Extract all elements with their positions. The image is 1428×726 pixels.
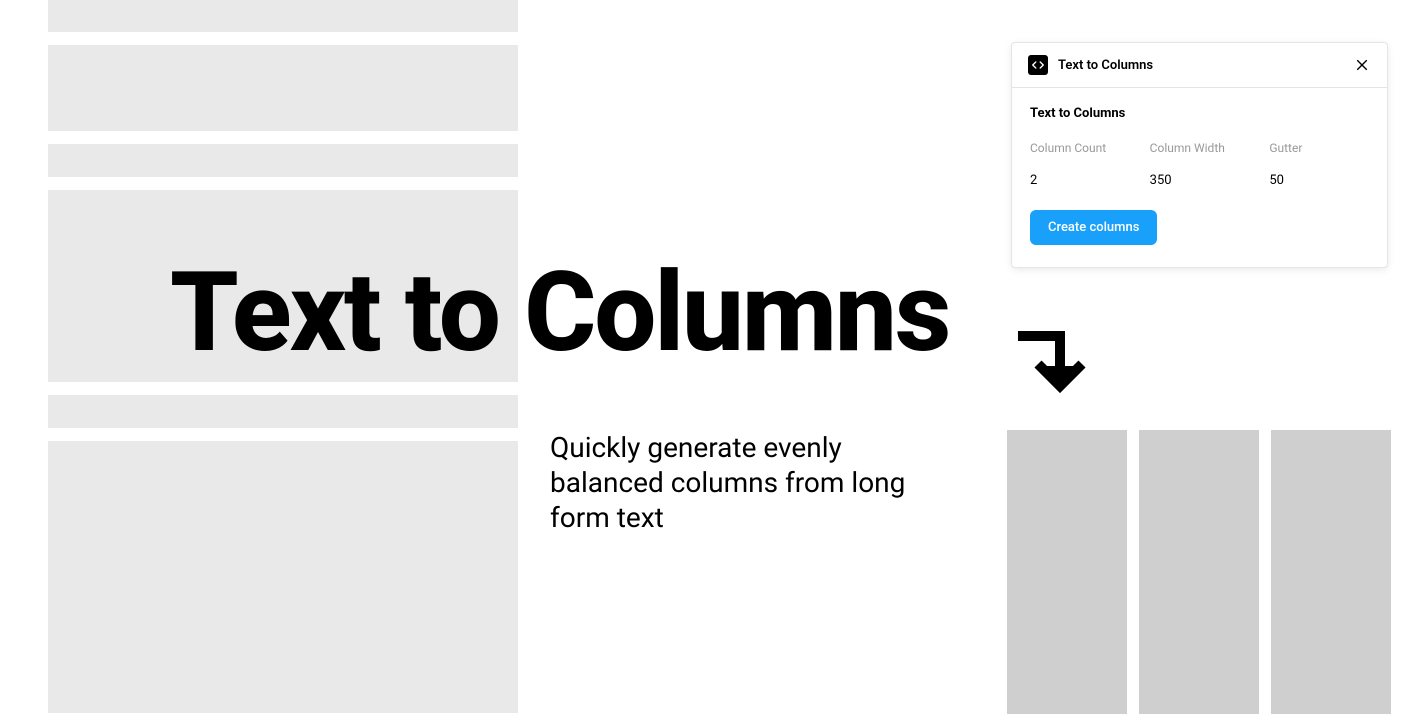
column-count-field: Column Count [1030,141,1130,188]
code-icon [1028,55,1048,75]
gutter-label: Gutter [1269,141,1369,155]
placeholder-block [48,395,518,428]
plugin-panel: Text to Columns Text to Columns Column C… [1011,42,1388,268]
panel-title: Text to Columns [1058,58,1353,73]
placeholder-block [48,0,518,32]
column-width-input[interactable] [1150,173,1250,188]
column-count-label: Column Count [1030,141,1130,155]
output-columns-preview [1007,430,1391,714]
panel-header: Text to Columns [1012,43,1387,88]
panel-fields: Column Count Column Width Gutter [1030,141,1369,188]
close-button[interactable] [1353,56,1371,74]
panel-section-title: Text to Columns [1030,106,1369,121]
placeholder-block [48,441,518,713]
panel-body: Text to Columns Column Count Column Widt… [1012,88,1387,267]
hero-title: Text to Columns [170,258,949,368]
column-width-label: Column Width [1150,141,1250,155]
column-width-field: Column Width [1150,141,1250,188]
gutter-input[interactable] [1269,173,1369,188]
gutter-field: Gutter [1269,141,1369,188]
create-columns-button[interactable]: Create columns [1030,210,1157,245]
output-column [1139,430,1259,714]
placeholder-block [48,144,518,177]
output-column [1271,430,1391,714]
output-column [1007,430,1127,714]
arrow-icon [1010,316,1090,396]
column-count-input[interactable] [1030,173,1130,188]
placeholder-block [48,45,518,131]
hero-subtitle: Quickly generate evenly balanced columns… [550,430,950,535]
